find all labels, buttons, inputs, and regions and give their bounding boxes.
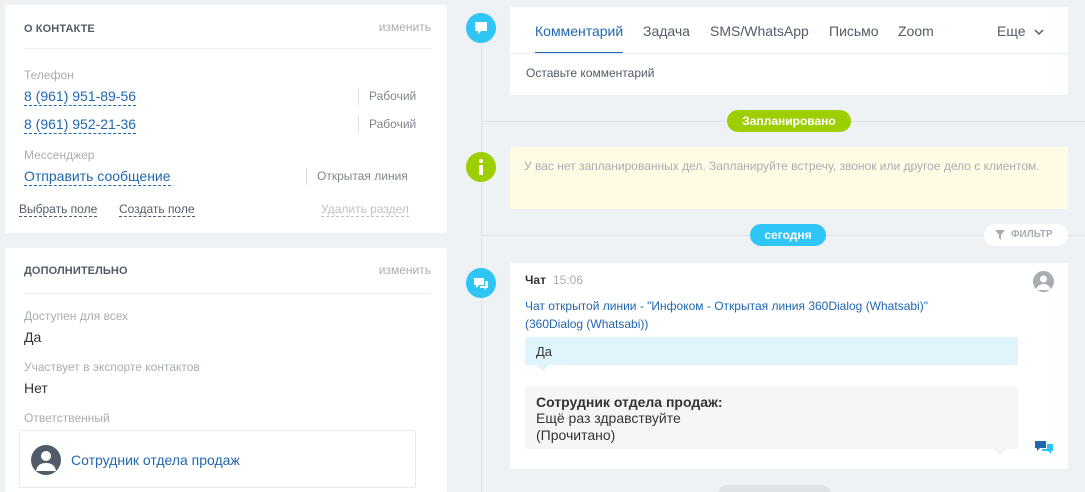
tab-more[interactable]: Еще [997, 23, 1045, 39]
phone-type: Рабочий [358, 116, 416, 133]
chat-time: 15:06 [553, 273, 584, 287]
edit-link[interactable]: изменить [379, 20, 431, 34]
chat-icon [466, 268, 496, 298]
section-title: О КОНТАКТЕ [24, 23, 95, 35]
outgoing-author: Сотрудник отдела продаж: [536, 394, 723, 410]
create-field-link[interactable]: Создать поле [119, 202, 195, 217]
planned-empty-text: У вас нет запланированных дел. Запланиру… [524, 159, 1040, 173]
tab-task[interactable]: Задача [643, 23, 690, 39]
tab-more-label: Еще [997, 23, 1026, 39]
contact-section: О КОНТАКТЕ изменить Телефон 8 (961) 951-… [5, 5, 447, 233]
filter-icon [995, 230, 1005, 240]
phone-label: Телефон [24, 68, 74, 82]
tab-zoom[interactable]: Zoom [898, 23, 934, 39]
chat-bubbles-icon[interactable] [1034, 439, 1054, 457]
contact-section-header: О КОНТАКТЕ изменить [24, 5, 431, 49]
message-tail [994, 449, 1006, 455]
field-label: Участвует в экспорте контактов [24, 360, 200, 374]
tab-email[interactable]: Письмо [829, 23, 879, 39]
filter-button[interactable]: ФИЛЬТР [984, 224, 1068, 246]
chevron-down-icon [1034, 29, 1044, 36]
composer: Комментарий Задача SMS/WhatsApp Письмо Z… [510, 7, 1068, 95]
field-value: Да [24, 329, 42, 345]
responsible-card[interactable]: Сотрудник отдела продаж [19, 430, 416, 488]
tab-comment[interactable]: Комментарий [535, 23, 623, 39]
user-icon[interactable] [1033, 271, 1054, 292]
section-title: ДОПОЛНИТЕЛЬНО [24, 265, 128, 277]
phone-type: Рабочий [358, 88, 416, 105]
info-icon [466, 152, 496, 182]
load-more-badge [717, 485, 832, 492]
today-badge: сегодня [750, 224, 826, 246]
messenger-label: Мессенджер [24, 148, 95, 162]
comment-placeholder[interactable]: Оставьте комментарий [526, 66, 654, 80]
outgoing-message: Сотрудник отдела продаж: Ещё раз здравст… [525, 387, 1018, 455]
additional-section-header: ДОПОЛНИТЕЛЬНО изменить [24, 248, 431, 294]
composer-divider [510, 53, 1068, 54]
outgoing-text: Ещё раз здравствуйте [536, 410, 681, 426]
chat-title-link[interactable]: Чат открытой линии - "Инфоком - Открытая… [525, 297, 985, 333]
timeline-line [481, 30, 482, 492]
phone-link[interactable]: 8 (961) 951-89-56 [24, 88, 137, 106]
field-label: Доступен для всех [24, 309, 129, 323]
incoming-text: Да [536, 344, 553, 359]
select-field-link[interactable]: Выбрать поле [19, 202, 98, 217]
filter-label: ФИЛЬТР [1011, 229, 1053, 240]
tab-sms[interactable]: SMS/WhatsApp [710, 23, 809, 39]
send-message-link[interactable]: Отправить сообщение [24, 168, 171, 186]
comment-icon [466, 13, 496, 43]
field-value: Нет [24, 380, 48, 396]
avatar [31, 445, 61, 475]
planned-badge: Запланировано [727, 110, 851, 132]
additional-section: ДОПОЛНИТЕЛЬНО изменить Доступен для всех… [5, 248, 447, 492]
edit-link[interactable]: изменить [379, 263, 431, 277]
incoming-message: Да [525, 337, 1018, 371]
responsible-label: Ответственный [24, 411, 110, 425]
responsible-name[interactable]: Сотрудник отдела продаж [71, 452, 240, 468]
messenger-type: Открытая линия [306, 168, 408, 185]
outgoing-status: (Прочитано) [536, 427, 616, 443]
chat-type: Чат [525, 273, 546, 287]
chat-item: Чат 15:06 Чат открытой линии - "Инфоком … [510, 263, 1068, 469]
delete-section-link[interactable]: Удалить раздел [321, 202, 409, 217]
phone-link[interactable]: 8 (961) 952-21-36 [24, 116, 137, 134]
planned-empty-card: У вас нет запланированных дел. Запланиру… [510, 147, 1068, 209]
message-tail [537, 365, 549, 371]
